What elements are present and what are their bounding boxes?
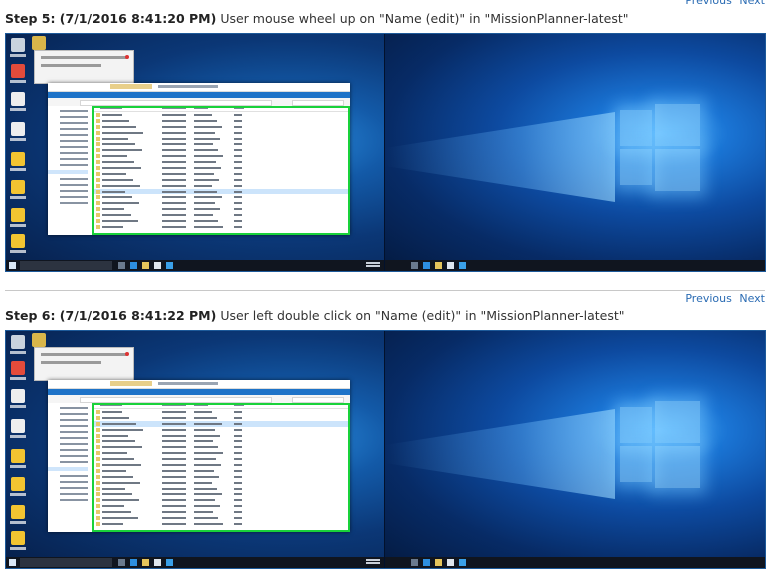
shortcut-icon[interactable] bbox=[9, 180, 27, 199]
edge-icon[interactable] bbox=[423, 262, 430, 269]
app-icon[interactable] bbox=[166, 262, 173, 269]
task-view-icon[interactable] bbox=[411, 262, 418, 269]
document-icon[interactable] bbox=[9, 419, 27, 438]
shortcut-icon[interactable] bbox=[9, 505, 27, 524]
file-explorer-icon[interactable] bbox=[142, 262, 149, 269]
store-icon[interactable] bbox=[447, 559, 454, 566]
right-monitor bbox=[385, 331, 765, 568]
edge-icon[interactable] bbox=[423, 559, 430, 566]
document-icon[interactable] bbox=[9, 122, 27, 141]
app-icon[interactable] bbox=[459, 559, 466, 566]
taskbar-left bbox=[6, 557, 384, 568]
step-separator bbox=[5, 290, 765, 291]
step-5-description: User mouse wheel up on "Name (edit)" in … bbox=[220, 11, 629, 26]
search-box[interactable] bbox=[20, 558, 112, 567]
step-5-screenshot bbox=[5, 33, 766, 272]
nav-links: Previous Next bbox=[681, 292, 765, 305]
taskbar-left bbox=[6, 260, 384, 271]
name-column-highlight bbox=[92, 403, 350, 532]
file-explorer-icon[interactable] bbox=[142, 559, 149, 566]
nav-links-top: Previous Next bbox=[681, 0, 765, 7]
shortcut-icon[interactable] bbox=[9, 152, 27, 171]
step-5-title: Step 5: (7/1/2016 8:41:20 PM) User mouse… bbox=[5, 11, 629, 26]
previous-link[interactable]: Previous bbox=[685, 292, 732, 305]
edge-icon[interactable] bbox=[130, 559, 137, 566]
store-icon[interactable] bbox=[154, 262, 161, 269]
app-icon[interactable] bbox=[166, 559, 173, 566]
shortcut-icon[interactable] bbox=[9, 361, 27, 380]
next-link[interactable]: Next bbox=[739, 0, 765, 7]
next-link[interactable]: Next bbox=[739, 292, 765, 305]
name-column-highlight bbox=[92, 106, 350, 235]
notification-popup bbox=[34, 347, 134, 381]
close-icon[interactable] bbox=[125, 55, 129, 59]
folder-icon[interactable] bbox=[30, 333, 48, 347]
shortcut-icon[interactable] bbox=[9, 531, 27, 550]
shortcut-icon[interactable] bbox=[9, 64, 27, 83]
shortcut-icon[interactable] bbox=[9, 449, 27, 468]
shortcut-icon[interactable] bbox=[9, 477, 27, 496]
task-view-icon[interactable] bbox=[118, 559, 125, 566]
shortcut-icon[interactable] bbox=[9, 208, 27, 227]
edge-icon[interactable] bbox=[130, 262, 137, 269]
step-6-label: Step 6: (7/1/2016 8:41:22 PM) bbox=[5, 308, 217, 323]
file-explorer-icon[interactable] bbox=[435, 559, 442, 566]
windows-start-icon[interactable] bbox=[9, 559, 16, 566]
file-explorer-icon[interactable] bbox=[435, 262, 442, 269]
app-icon[interactable] bbox=[459, 262, 466, 269]
notification-popup bbox=[34, 50, 134, 84]
step-5-label: Step 5: (7/1/2016 8:41:20 PM) bbox=[5, 11, 217, 26]
store-icon[interactable] bbox=[154, 559, 161, 566]
search-box[interactable] bbox=[20, 261, 112, 270]
store-icon[interactable] bbox=[447, 262, 454, 269]
right-monitor bbox=[385, 34, 765, 271]
taskbar-right bbox=[385, 260, 765, 271]
navigation-pane[interactable] bbox=[48, 403, 93, 532]
step-6-screenshot bbox=[5, 330, 766, 569]
recycle-bin-icon[interactable] bbox=[9, 38, 27, 57]
step-6-title: Step 6: (7/1/2016 8:41:22 PM) User left … bbox=[5, 308, 625, 323]
shortcut-icon[interactable] bbox=[9, 234, 27, 253]
task-view-icon[interactable] bbox=[411, 559, 418, 566]
recycle-bin-icon[interactable] bbox=[9, 335, 27, 354]
close-icon[interactable] bbox=[125, 352, 129, 356]
previous-link[interactable]: Previous bbox=[685, 0, 732, 7]
document-icon[interactable] bbox=[9, 389, 27, 408]
taskbar-right bbox=[385, 557, 765, 568]
task-view-icon[interactable] bbox=[118, 262, 125, 269]
step-6-description: User left double click on "Name (edit)" … bbox=[220, 308, 625, 323]
folder-icon[interactable] bbox=[30, 36, 48, 50]
document-icon[interactable] bbox=[9, 92, 27, 111]
navigation-pane[interactable] bbox=[48, 106, 93, 235]
windows-start-icon[interactable] bbox=[9, 262, 16, 269]
